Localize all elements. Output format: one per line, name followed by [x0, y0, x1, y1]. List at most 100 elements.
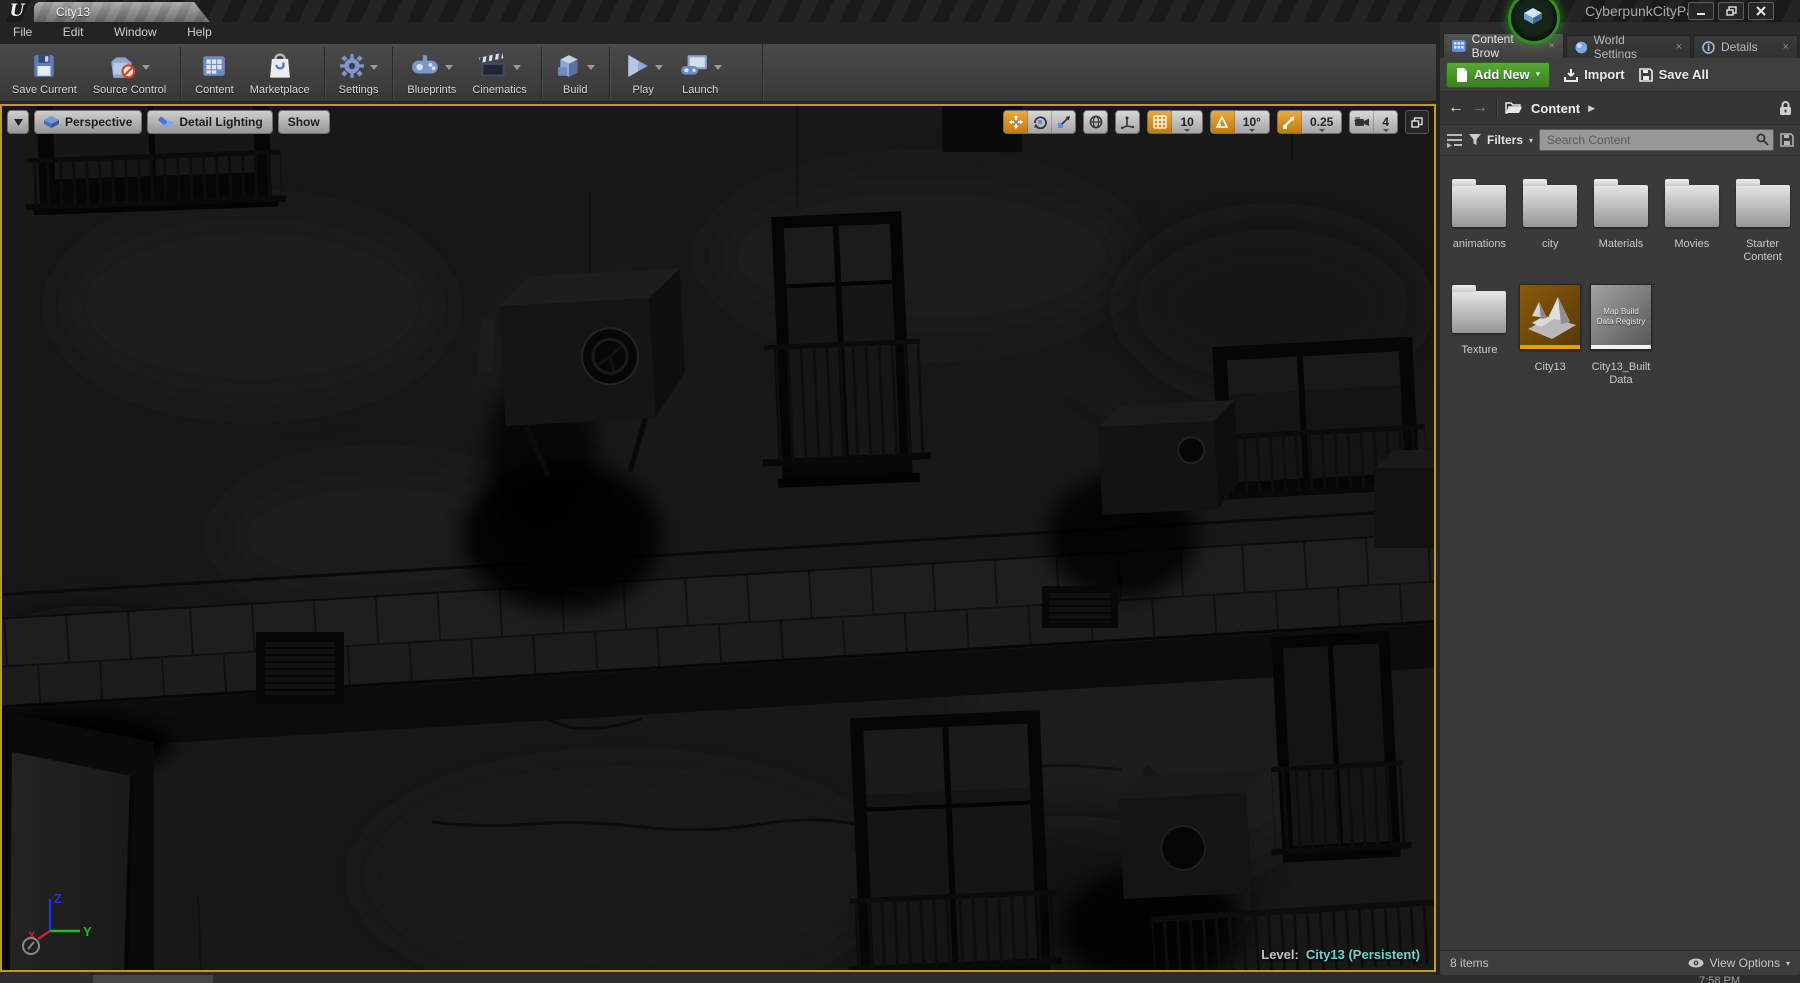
cinematics-button[interactable]: Cinematics [464, 46, 534, 99]
asset-folder-city[interactable]: city [1517, 178, 1584, 264]
filters-label[interactable]: Filters [1487, 133, 1523, 147]
tab-world-settings[interactable]: World Settings × [1565, 33, 1691, 61]
folder-icon [1523, 179, 1578, 227]
build-label: Build [562, 84, 588, 96]
settings-label: Settings [338, 84, 379, 96]
scale-snap-toggle[interactable] [1277, 111, 1302, 133]
grid-snap-value[interactable]: 10 [1172, 111, 1201, 133]
dropdown-caret-icon[interactable] [713, 64, 722, 70]
window-controls [1688, 2, 1774, 20]
folder-icon [1593, 179, 1648, 227]
taskbar-sliver: 7:58 PM [0, 975, 1800, 983]
close-icon [1756, 6, 1766, 16]
window-bottom-right [1271, 630, 1412, 863]
breadcrumb-expand-icon[interactable]: ▶ [1588, 103, 1595, 114]
move-tool-button[interactable] [1004, 111, 1029, 133]
asset-folder-texture[interactable]: Texture [1446, 284, 1513, 387]
asset-folder-materials[interactable]: Materials [1588, 178, 1655, 264]
z-axis-label: Z [54, 891, 62, 906]
content-browser-tab-icon [1452, 40, 1466, 52]
detail-lighting-button[interactable]: Detail Lighting [147, 110, 273, 134]
rotation-snap-toggle[interactable] [1210, 111, 1235, 133]
rotation-snap-value[interactable]: 10° [1235, 111, 1269, 133]
minimize-button[interactable] [1688, 2, 1714, 20]
import-button[interactable]: Import [1564, 67, 1625, 82]
close-tab-icon[interactable]: × [1549, 40, 1555, 52]
sources-panel-icon[interactable] [1446, 133, 1463, 148]
viewport-options-button[interactable] [7, 110, 29, 134]
breadcrumb-path[interactable]: Content [1531, 101, 1580, 116]
close-button[interactable] [1748, 2, 1774, 20]
viewport-scene[interactable] [2, 106, 1434, 970]
filter-funnel-icon[interactable] [1469, 134, 1481, 146]
menu-window[interactable]: Window [101, 22, 170, 39]
content-button[interactable]: Content [187, 46, 242, 99]
tab-details[interactable]: Details × [1693, 35, 1798, 58]
blueprints-button[interactable]: Blueprints [399, 46, 464, 99]
maximize-icon [1411, 116, 1423, 128]
search-input[interactable] [1540, 130, 1773, 150]
dropdown-caret-icon[interactable] [654, 64, 663, 70]
save-all-button[interactable]: Save All [1638, 67, 1709, 82]
perspective-icon [44, 116, 59, 128]
dropdown-caret-icon[interactable] [142, 64, 150, 70]
asset-level-city13[interactable]: City13 [1517, 283, 1584, 387]
show-button[interactable]: Show [277, 110, 330, 134]
menu-help[interactable]: Help [174, 22, 225, 39]
toolbar-separator [180, 47, 182, 98]
view-options-button[interactable]: View Options ▾ [1688, 956, 1790, 970]
asset-label: animations [1452, 238, 1506, 250]
rotate-tool-button[interactable] [1028, 111, 1053, 133]
marketplace-button[interactable]: Marketplace [242, 46, 318, 99]
source-control-icon [111, 57, 136, 79]
close-tab-icon[interactable]: × [1676, 41, 1682, 53]
launch-button[interactable]: Launch [671, 46, 730, 99]
grid-snap-toggle[interactable] [1148, 111, 1173, 133]
source-control-button[interactable]: Source Control [85, 46, 174, 99]
perspective-button[interactable]: Perspective [34, 110, 143, 134]
add-new-label: Add New [1474, 67, 1530, 82]
level-viewport[interactable]: Perspective Detail Lighting Show 10 10° … [0, 104, 1436, 972]
add-new-button[interactable]: Add New ▾ [1446, 61, 1551, 88]
save-current-button[interactable]: Save Current [4, 46, 85, 99]
breadcrumb-bar: ← → Content ▶ [1440, 92, 1800, 125]
asset-grid: animations city Materials Movies Starter… [1440, 156, 1800, 950]
taskbar-app-segment[interactable] [93, 975, 213, 983]
coordinate-system-toggle[interactable] [1083, 110, 1109, 134]
dropdown-caret-icon[interactable] [370, 64, 379, 70]
level-document-tab[interactable]: City13 [34, 2, 210, 22]
settings-button[interactable]: Settings [331, 46, 387, 99]
filters-caret-icon[interactable]: ▾ [1529, 136, 1533, 145]
ac-unit-edge [1374, 450, 1434, 548]
restore-button[interactable] [1718, 2, 1744, 20]
scale-tool-button[interactable] [1052, 111, 1075, 133]
maximize-viewport-button[interactable] [1405, 110, 1429, 134]
asset-data-city13-builtdata[interactable]: Map Build Data Registry City13_BuiltData [1588, 283, 1655, 387]
camera-speed-value[interactable]: 4 [1374, 111, 1397, 133]
lock-icon[interactable] [1779, 100, 1792, 116]
menu-file[interactable]: File [0, 22, 45, 39]
toolbar-separator [323, 47, 325, 98]
asset-folder-animations[interactable]: animations [1446, 178, 1513, 264]
build-button[interactable]: Build [548, 46, 603, 99]
scale-snap-value[interactable]: 0.25 [1302, 111, 1341, 133]
play-button[interactable]: Play [616, 46, 671, 99]
close-tab-icon[interactable]: × [1783, 41, 1789, 53]
show-label: Show [287, 115, 320, 129]
dropdown-caret-icon[interactable] [445, 64, 454, 70]
import-label: Import [1584, 67, 1625, 82]
asset-folder-movies[interactable]: Movies [1658, 178, 1725, 264]
dropdown-caret-icon[interactable] [513, 64, 522, 70]
level-value[interactable]: City13 (Persistent) [1306, 947, 1420, 962]
menu-edit[interactable]: Edit [50, 22, 97, 39]
forward-button[interactable]: → [1472, 100, 1488, 116]
surface-snapping-toggle[interactable] [1115, 110, 1141, 134]
axis-gizmo: Z Y X [14, 889, 94, 960]
asset-folder-starter-content[interactable]: Starter Content [1729, 178, 1796, 264]
toolbar-group-build: Build [544, 44, 607, 101]
tab-label: Details [1721, 40, 1758, 54]
back-button[interactable]: ← [1448, 100, 1464, 116]
dropdown-caret-icon[interactable] [586, 64, 595, 70]
save-search-icon[interactable] [1780, 133, 1794, 147]
filter-bar: Filters ▾ [1440, 125, 1800, 156]
